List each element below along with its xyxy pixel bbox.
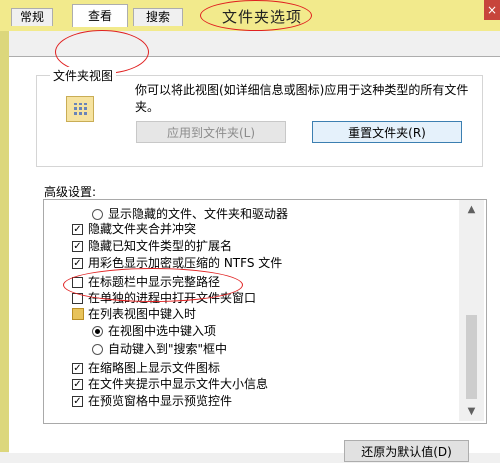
setting-item[interactable]: 在视图中选中键入项 [92, 323, 486, 340]
unselected-radio[interactable] [92, 209, 103, 220]
checked-checkbox[interactable]: ✓ [72, 396, 83, 407]
setting-label: 在列表视图中键入时 [88, 307, 197, 321]
setting-item[interactable]: 在单独的进程中打开文件夹窗口 [72, 290, 472, 307]
tab-general[interactable]: 常规 [11, 8, 53, 26]
folder-view-icon [66, 96, 94, 122]
unselected-radio[interactable] [92, 344, 103, 355]
tab-view[interactable]: 查看 [72, 4, 128, 27]
checked-checkbox[interactable]: ✓ [72, 379, 83, 390]
setting-item[interactable]: ✓ 用彩色显示加密或压缩的 NTFS 文件 [72, 255, 472, 272]
apply-to-folders-button[interactable]: 应用到文件夹(L) [136, 121, 286, 143]
setting-label: 自动键入到"搜索"框中 [108, 342, 228, 356]
advanced-settings-label: 高级设置: [44, 185, 97, 199]
scroll-down-icon[interactable]: ▼ [459, 403, 484, 420]
scroll-up-icon[interactable]: ▲ [459, 201, 484, 218]
checked-checkbox[interactable]: ✓ [72, 224, 83, 235]
folder-icon [72, 308, 84, 320]
window-title: 文件夹选项 [222, 8, 303, 26]
checked-checkbox[interactable]: ✓ [72, 363, 83, 374]
setting-label: 在缩略图上显示文件图标 [88, 361, 221, 375]
left-strip [0, 31, 9, 452]
folder-views-description: 你可以将此视图(如详细信息或图标)应用于这种类型的所有文件夹。 [135, 83, 469, 114]
advanced-scrollbar[interactable]: ▲ ▼ [459, 200, 484, 421]
close-button[interactable]: × [484, 0, 500, 20]
advanced-settings-list[interactable]: 显示隐藏的文件、文件夹和驱动器 ✓ 隐藏文件夹合并冲突 ✓ 隐藏已知文件类型的扩展名 ✓ 用… [43, 199, 487, 424]
setting-label: 在预览窗格中显示预览控件 [88, 394, 233, 408]
setting-item[interactable]: ✓ 隐藏文件夹合并冲突 [72, 221, 472, 238]
setting-item[interactable]: 在标题栏中显示完整路径 [72, 274, 472, 291]
setting-item[interactable]: ✓ 隐藏已知文件类型的扩展名 [72, 238, 472, 255]
setting-label: 在文件夹提示中显示文件大小信息 [88, 377, 269, 391]
unchecked-checkbox[interactable] [72, 293, 83, 304]
setting-label: 隐藏文件夹合并冲突 [88, 222, 197, 236]
setting-item[interactable]: ✓ 在文件夹提示中显示文件大小信息 [72, 376, 472, 393]
setting-label: 在单独的进程中打开文件夹窗口 [88, 291, 257, 305]
setting-item[interactable]: 自动键入到"搜索"框中 [92, 341, 486, 358]
setting-label: 隐藏已知文件类型的扩展名 [88, 239, 233, 253]
scroll-thumb[interactable] [466, 315, 477, 399]
checked-checkbox[interactable]: ✓ [72, 241, 83, 252]
folder-views-label: 文件夹视图 [50, 67, 117, 84]
tab-search[interactable]: 搜索 [133, 8, 183, 26]
unchecked-checkbox[interactable] [72, 277, 83, 288]
setting-label: 在标题栏中显示完整路径 [88, 275, 221, 289]
setting-label: 在视图中选中键入项 [108, 324, 217, 338]
selected-radio[interactable] [92, 326, 103, 337]
reset-folders-button[interactable]: 重置文件夹(R) [312, 121, 462, 143]
setting-label: 用彩色显示加密或压缩的 NTFS 文件 [88, 256, 283, 270]
setting-item[interactable]: ✓ 在缩略图上显示文件图标 [72, 360, 472, 377]
restore-defaults-button[interactable]: 还原为默认值(D) [344, 440, 469, 462]
setting-item[interactable]: 在列表视图中键入时 [72, 306, 472, 323]
checked-checkbox[interactable]: ✓ [72, 258, 83, 269]
setting-item[interactable]: ✓ 在预览窗格中显示预览控件 [72, 393, 472, 410]
